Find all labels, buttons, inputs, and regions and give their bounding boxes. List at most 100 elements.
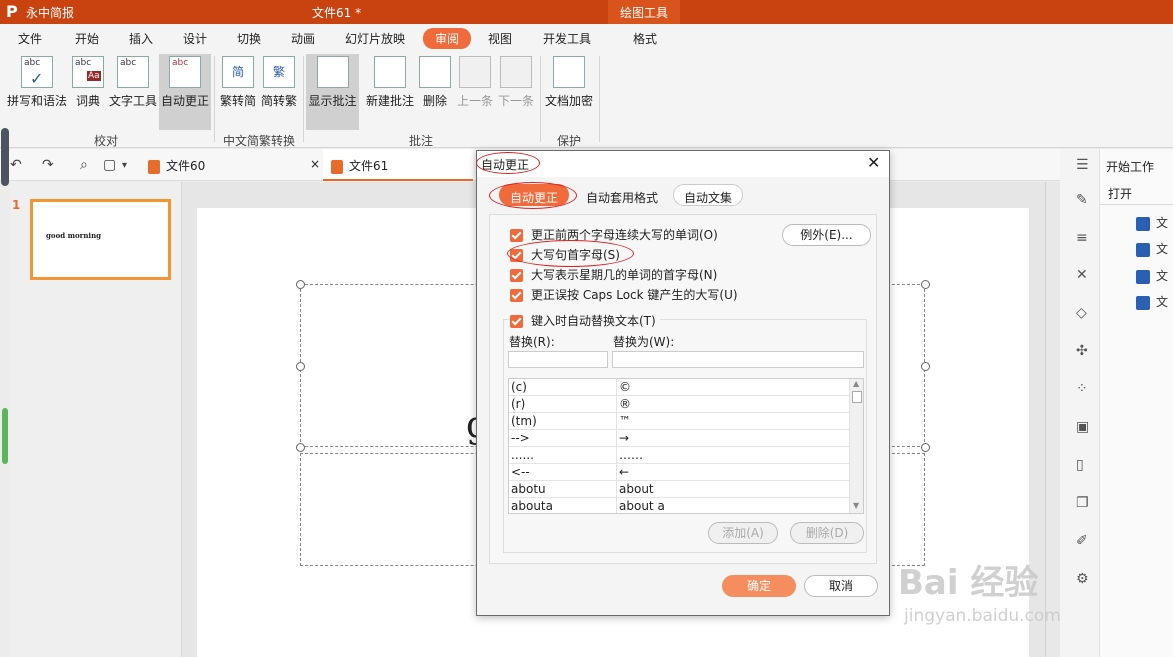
previous-comment-button[interactable]: 上一条 [455,54,495,130]
option-replace-as-you-type[interactable]: 键入时自动替换文本(T) [510,312,660,329]
scroll-up-icon[interactable]: ▲ [853,379,859,388]
image-icon[interactable]: ▣ [1076,419,1089,435]
cancel-button[interactable]: 取消 [804,575,878,597]
recent-file-item[interactable]: 文 [1136,240,1168,257]
checkbox-checked[interactable] [510,315,523,328]
tools-icon[interactable]: ✕ [1076,267,1088,283]
clipboard-icon[interactable]: ▯ [1076,457,1084,473]
table-row[interactable]: abotu about [509,481,849,498]
menu-transition[interactable]: 切换 [237,30,261,47]
traditional-to-simplified-button[interactable]: 简 繁转简 [218,54,258,130]
redo-icon[interactable]: ↷ [42,157,54,173]
menu-animation[interactable]: 动画 [291,30,315,47]
group-separator [214,56,215,142]
replace-input[interactable] [508,351,608,368]
pen-icon[interactable]: ✎ [1076,192,1088,208]
group-separator [540,56,541,142]
show-comments-button[interactable]: 显示批注 [306,54,359,130]
print-preview-icon[interactable]: ⌕ [80,157,88,173]
menu-developer[interactable]: 开发工具 [543,30,591,47]
show-comments-icon [316,56,349,88]
menu-home[interactable]: 开始 [75,30,99,47]
menu-lines-icon[interactable]: ☰ [1076,157,1089,173]
menu-review[interactable]: 审阅 [423,28,472,49]
menu-file[interactable]: 文件 [18,30,42,47]
close-tab-icon[interactable]: × [310,157,320,171]
table-scrollbar[interactable]: ▲ ▼ [849,379,863,513]
resize-handle[interactable] [921,443,930,452]
save-icon[interactable]: ▢ [103,157,116,173]
menu-insert[interactable]: 插入 [129,30,153,47]
dictionary-icon: abc Aa [72,56,104,88]
table-row[interactable]: --> → [509,430,849,447]
resize-handle[interactable] [296,443,305,452]
autocorrect-button[interactable]: abc 自动更正 [159,54,211,130]
annotation-circle [507,240,634,267]
recent-file-item[interactable]: 文 [1136,267,1168,284]
table-row[interactable]: (r) ® [509,396,849,413]
table-row[interactable]: <-- ← [509,464,849,481]
scroll-thumb[interactable] [852,391,862,403]
recent-file-item[interactable]: 文 [1136,214,1168,231]
next-comment-button[interactable]: 下一条 [496,54,536,130]
recent-file-item[interactable]: 文 [1136,293,1168,310]
grid-icon[interactable]: ⁘ [1076,381,1088,397]
brush-icon[interactable]: ◇ [1076,305,1087,321]
group-separator [303,56,304,142]
document-icon [1136,295,1150,310]
checkbox-checked[interactable] [510,289,523,302]
autocorrect-dialog: 自动更正 ✕ 自动更正 自动套用格式 自动文集 更正前两个字母连续大写的单词(O… [476,150,890,616]
tab-autotext[interactable]: 自动文集 [673,184,744,206]
menu-bar: 文件 开始 插入 设计 切换 动画 幻灯片放映 审阅 视图 开发工具 格式 [0,24,1173,50]
spelling-grammar-button[interactable]: abc ✓ 拼写和语法 [5,54,69,130]
lock-key-icon [553,56,585,88]
close-icon[interactable]: ✕ [867,153,880,172]
sliders-icon[interactable]: ≡ [1076,230,1088,246]
text-tools-button[interactable]: abc 文字工具 [107,54,159,130]
table-row[interactable]: abouta about a [509,498,849,513]
menu-slideshow[interactable]: 幻灯片放映 [345,30,405,47]
tab-file60[interactable]: 文件60 × [148,149,323,181]
scroll-down-icon[interactable]: ▼ [853,501,859,510]
ok-button[interactable]: 确定 [722,575,796,597]
resize-handle[interactable] [296,362,305,371]
option-capitalize-day-names[interactable]: 大写表示星期几的单词的首字母(N) [510,266,717,283]
option-correct-caps-lock[interactable]: 更正误按 Caps Lock 键产生的大写(U) [510,286,738,303]
group-label-proofing: 校对 [94,134,119,148]
table-row[interactable]: ......…… [509,447,849,464]
delete-comment-button[interactable]: 删除 [419,54,451,130]
resize-handle[interactable] [921,362,930,371]
resize-handle[interactable] [296,280,305,289]
checkbox-checked[interactable] [510,229,523,242]
encrypt-document-button[interactable]: 文档加密 [543,54,595,130]
copy-icon[interactable]: ❐ [1076,495,1089,511]
zoom-slider-handle[interactable] [2,408,8,464]
dictionary-button[interactable]: abc Aa 词典 [70,54,106,130]
settings-icon[interactable]: ⚙ [1076,571,1089,587]
checkbox-checked[interactable] [510,269,523,282]
edit-icon[interactable]: ✐ [1076,533,1088,549]
tab-autoformat[interactable]: 自动套用格式 [575,184,669,206]
autocorrect-icon: abc [169,56,201,88]
tab-file61[interactable]: 文件61 [323,149,473,181]
vertical-scrollbar[interactable] [1045,182,1060,657]
convert-simplified-icon: 简 [222,56,254,88]
delete-comment-icon [419,56,451,88]
replace-with-input[interactable] [612,351,864,368]
simplified-to-traditional-button[interactable]: 繁 简转繁 [259,54,299,130]
quick-access-dropdown-icon[interactable]: ▾ [122,160,127,171]
new-comment-button[interactable]: 新建批注 [363,54,417,130]
shapes-icon[interactable]: ✣ [1076,343,1088,359]
menu-format[interactable]: 格式 [633,30,657,47]
add-button[interactable]: 添加(A) [708,522,778,544]
menu-design[interactable]: 设计 [183,30,207,47]
undo-icon[interactable]: ↶ [10,157,22,173]
table-row[interactable]: (tm) ™ [509,413,849,430]
delete-button[interactable]: 删除(D) [790,522,864,544]
exceptions-button[interactable]: 例外(E)... [782,224,871,246]
thumbnail-text: good morning [46,231,102,240]
menu-view[interactable]: 视图 [488,30,512,47]
resize-handle[interactable] [921,280,930,289]
pane-resize-handle[interactable] [1,128,9,186]
table-row[interactable]: (c) © [509,379,849,396]
